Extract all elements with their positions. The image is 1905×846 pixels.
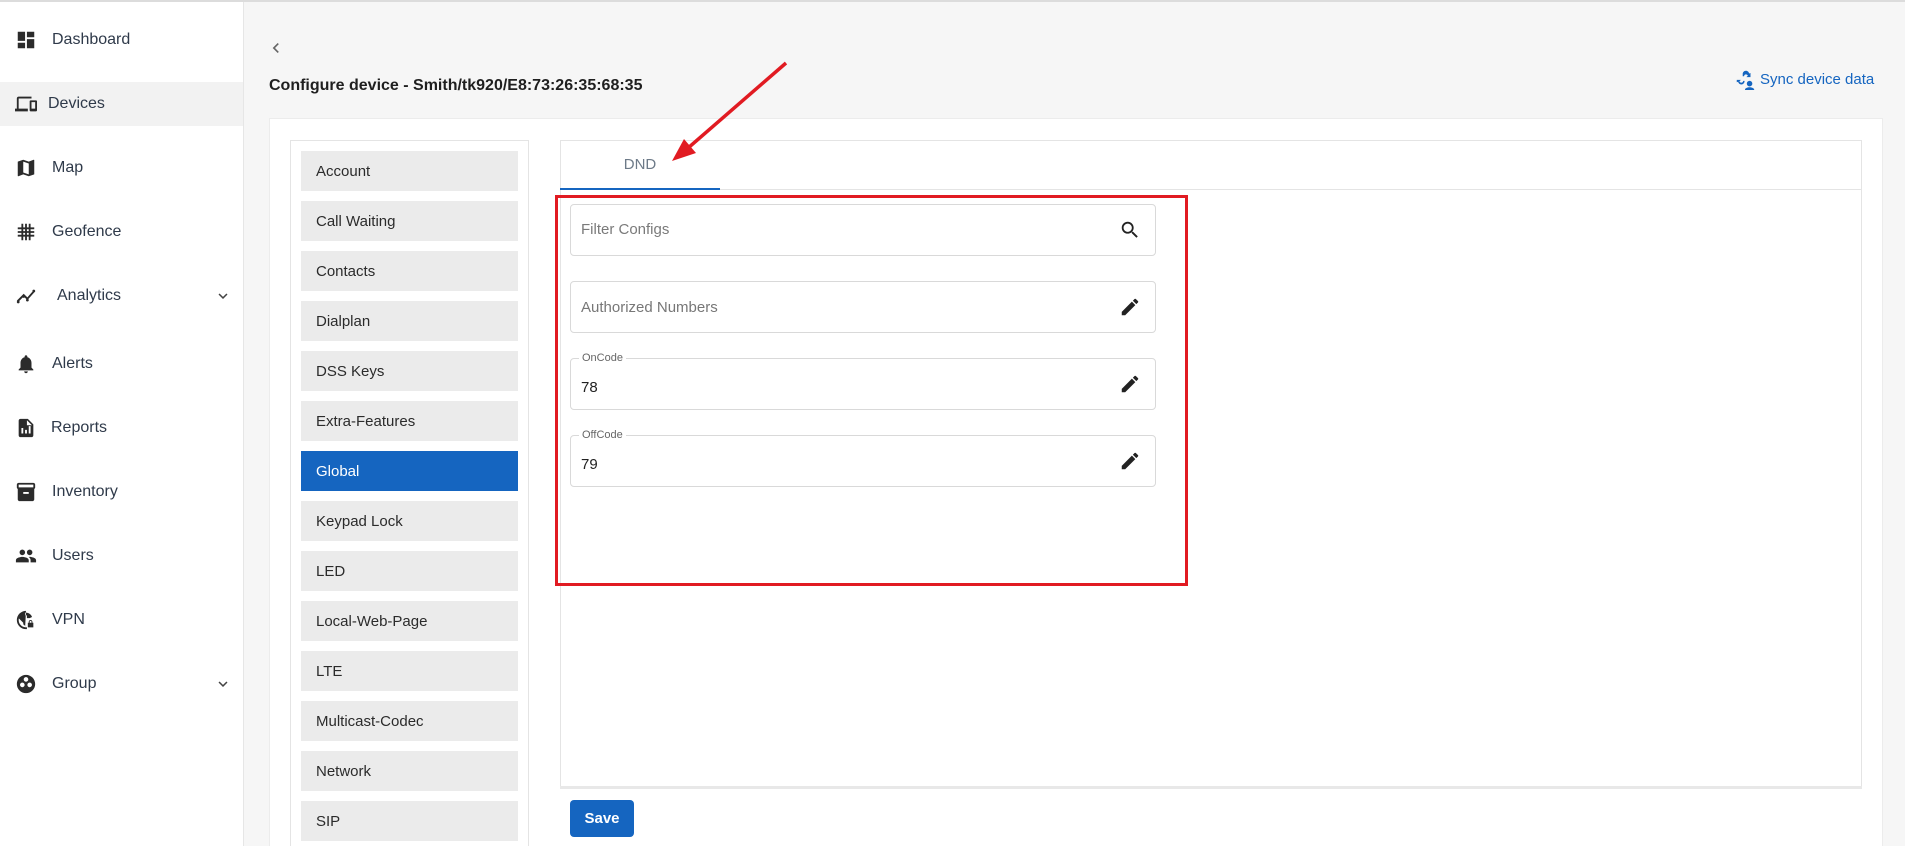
- sidebar-item-label: Dashboard: [52, 31, 131, 48]
- sidebar-item-devices[interactable]: Devices: [0, 82, 243, 126]
- category-item-lte[interactable]: LTE: [301, 651, 518, 691]
- filter-configs-input[interactable]: [581, 221, 1081, 238]
- category-item-keypad-lock[interactable]: Keypad Lock: [301, 501, 518, 541]
- edit-pencil-icon[interactable]: [1119, 450, 1141, 472]
- oncode-field[interactable]: OnCode 78: [570, 352, 1156, 410]
- chevron-down-icon: [214, 675, 232, 693]
- sidebar-item-map[interactable]: Map: [0, 146, 243, 190]
- category-item-contacts[interactable]: Contacts: [301, 251, 518, 291]
- offcode-label: OffCode: [579, 429, 626, 441]
- filter-configs-field: [570, 204, 1156, 256]
- category-item-local-web-page[interactable]: Local-Web-Page: [301, 601, 518, 641]
- tab-strip: [560, 140, 1862, 190]
- sidebar-item-analytics[interactable]: Analytics: [0, 274, 243, 318]
- sidebar-item-users[interactable]: Users: [0, 534, 243, 578]
- sidebar-item-group[interactable]: Group: [0, 662, 243, 706]
- search-icon[interactable]: [1119, 219, 1141, 241]
- page-title: Configure device - Smith/tk920/E8:73:26:…: [269, 77, 643, 94]
- devices-icon: [14, 92, 38, 116]
- back-button[interactable]: [266, 38, 286, 58]
- sidebar-item-label: Map: [52, 159, 84, 176]
- category-item-dialplan[interactable]: Dialplan: [301, 301, 518, 341]
- offcode-value: 79: [581, 456, 598, 473]
- footer-bar: [560, 786, 1862, 846]
- category-item-account[interactable]: Account: [301, 151, 518, 191]
- map-icon: [14, 156, 38, 180]
- group-icon: [14, 672, 38, 696]
- bell-icon: [14, 352, 38, 376]
- sidebar-item-geofence[interactable]: Geofence: [0, 210, 243, 254]
- sidebar-item-label: Group: [52, 675, 97, 692]
- category-item-network[interactable]: Network: [301, 751, 518, 791]
- sync-user-icon: [1736, 70, 1755, 90]
- category-item-extra-features[interactable]: Extra-Features: [301, 401, 518, 441]
- edit-pencil-icon[interactable]: [1119, 296, 1141, 318]
- sidebar-item-label: Devices: [48, 95, 105, 112]
- sync-device-data-label: Sync device data: [1760, 70, 1875, 88]
- sidebar-item-label: Users: [52, 547, 94, 564]
- sidebar-item-label: Alerts: [52, 355, 93, 372]
- analytics-icon: [14, 284, 38, 308]
- oncode-label: OnCode: [579, 352, 626, 364]
- sidebar-item-alerts[interactable]: Alerts: [0, 342, 243, 386]
- offcode-field[interactable]: OffCode 79: [570, 429, 1156, 487]
- category-item-dss-keys[interactable]: DSS Keys: [301, 351, 518, 391]
- inventory-icon: [14, 480, 38, 504]
- category-item-sip[interactable]: SIP: [301, 801, 518, 841]
- reports-icon: [14, 416, 38, 440]
- top-divider: [0, 0, 1905, 2]
- vpn-icon: [14, 608, 38, 632]
- sidebar-item-label: VPN: [52, 611, 85, 628]
- oncode-value: 78: [581, 379, 598, 396]
- authorized-numbers-field[interactable]: Authorized Numbers: [570, 281, 1156, 333]
- dashboard-icon: [14, 28, 38, 52]
- sidebar-item-reports[interactable]: Reports: [0, 406, 243, 450]
- sidebar-item-inventory[interactable]: Inventory: [0, 470, 243, 514]
- category-item-global[interactable]: Global: [301, 451, 518, 491]
- sync-device-data-button[interactable]: Sync device data: [1734, 68, 1874, 90]
- chevron-down-icon: [214, 287, 232, 305]
- sidebar-item-label: Analytics: [57, 287, 122, 304]
- sidebar-item-label: Geofence: [52, 223, 122, 240]
- category-item-call-waiting[interactable]: Call Waiting: [301, 201, 518, 241]
- users-icon: [14, 544, 38, 568]
- sidebar-item-vpn[interactable]: VPN: [0, 598, 243, 642]
- edit-pencil-icon[interactable]: [1119, 373, 1141, 395]
- sidebar-item-dashboard[interactable]: Dashboard: [0, 18, 243, 62]
- geofence-icon: [14, 220, 38, 244]
- sidebar-item-label: Inventory: [52, 483, 118, 500]
- tab-dnd[interactable]: DND: [560, 140, 720, 190]
- authorized-numbers-label: Authorized Numbers: [581, 299, 718, 316]
- category-item-led[interactable]: LED: [301, 551, 518, 591]
- sidebar: Dashboard Devices Map Geofence Analytics…: [0, 2, 244, 846]
- save-button[interactable]: Save: [570, 800, 634, 837]
- category-item-multicast-codec[interactable]: Multicast-Codec: [301, 701, 518, 741]
- sidebar-item-label: Reports: [51, 419, 108, 436]
- chevron-left-icon: [272, 43, 279, 53]
